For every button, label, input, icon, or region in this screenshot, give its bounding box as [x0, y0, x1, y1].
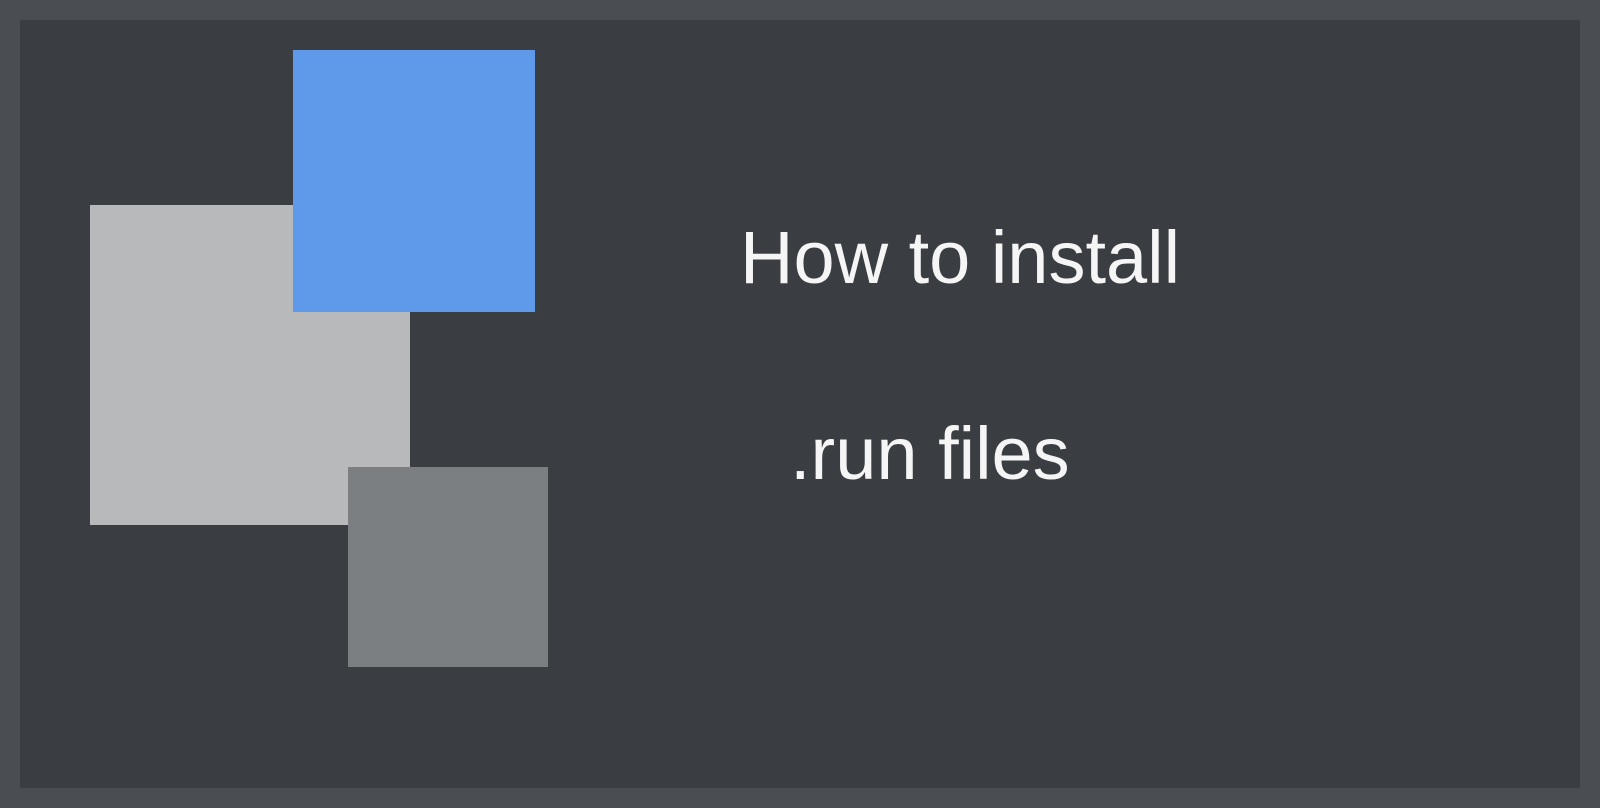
squares-graphic — [90, 50, 570, 700]
blue-square — [293, 50, 535, 312]
title-line-1: How to install — [740, 210, 1180, 306]
title-text-block: How to install .run files — [740, 210, 1180, 502]
title-line-2: .run files — [740, 406, 1180, 502]
dark-gray-square — [348, 467, 548, 667]
